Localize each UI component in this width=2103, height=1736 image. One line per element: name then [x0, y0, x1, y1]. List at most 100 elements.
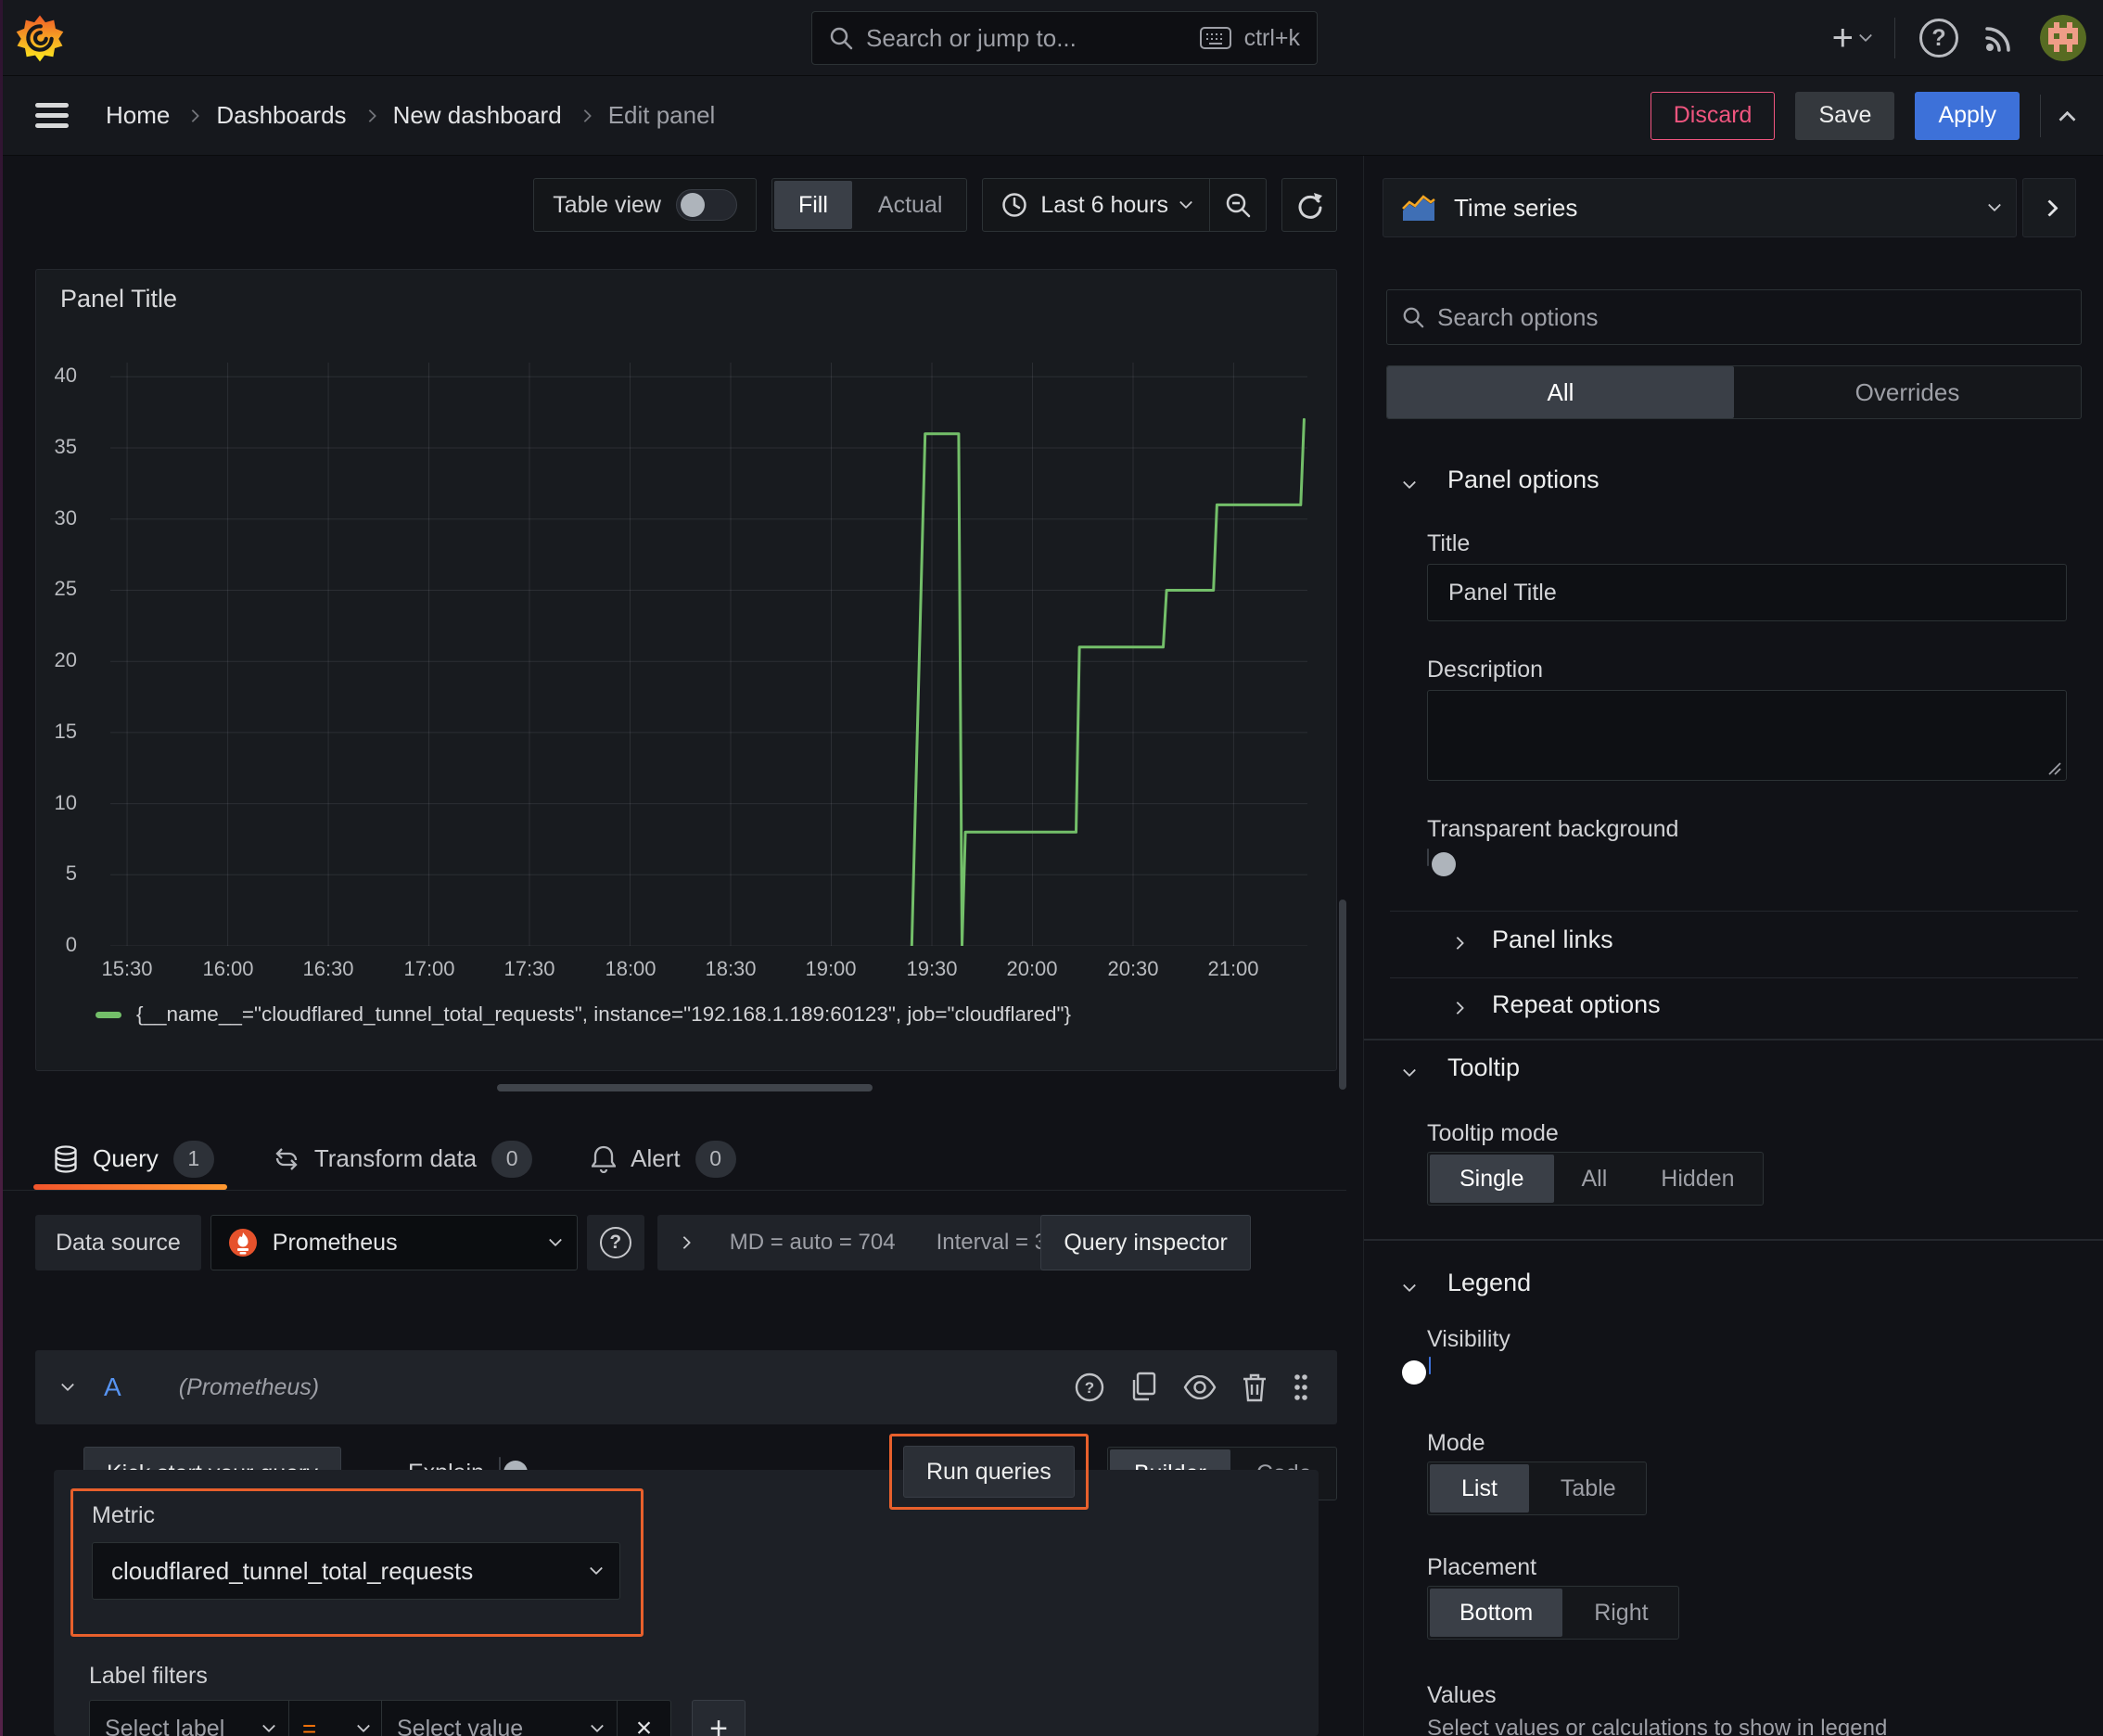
breadcrumb-dashboards[interactable]: Dashboards — [216, 101, 346, 130]
save-button[interactable]: Save — [1795, 91, 1895, 140]
delete-query-trash-icon[interactable] — [1241, 1372, 1268, 1403]
search-input[interactable] — [866, 23, 1187, 53]
legend-heading[interactable]: Legend — [1447, 1269, 1531, 1297]
operator-dropdown[interactable]: = — [289, 1700, 382, 1736]
panel-links-expand-icon[interactable] — [1450, 936, 1465, 951]
options-sidebar: Time series All Overrides — [1363, 156, 2103, 1736]
description-textarea[interactable] — [1427, 690, 2067, 781]
add-filter-button[interactable]: + — [692, 1700, 746, 1736]
panel-resize-handle[interactable] — [497, 1084, 873, 1091]
table-view-control: Table view — [533, 178, 757, 232]
global-search[interactable]: ctrl+k — [811, 11, 1318, 65]
vertical-scrollbar-thumb[interactable] — [1339, 900, 1346, 1090]
tab-transform[interactable]: Transform data 0 — [274, 1128, 533, 1190]
help-icon[interactable]: ? — [1919, 19, 1958, 57]
y-axis-tick-label: 30 — [54, 506, 77, 530]
metric-highlight-box: Metric cloudflared_tunnel_total_requests — [70, 1488, 644, 1637]
x-axis-tick-label: 17:00 — [403, 957, 455, 980]
placement-bottom-option[interactable]: Bottom — [1430, 1589, 1563, 1637]
run-queries-button[interactable]: Run queries — [903, 1446, 1075, 1498]
y-axis-tick-label: 35 — [54, 435, 77, 458]
search-icon — [1402, 306, 1424, 328]
discard-button[interactable]: Discard — [1650, 91, 1776, 140]
collapse-sidebar-button[interactable] — [2022, 178, 2076, 237]
editor-tabs: Query 1 Transform data 0 Alert 0 — [0, 1128, 1346, 1191]
legend-list-option[interactable]: List — [1430, 1464, 1529, 1513]
viz-picker[interactable]: Time series — [1383, 178, 2017, 237]
panel-options-collapse-icon[interactable] — [1402, 476, 1417, 490]
panel-links-heading[interactable]: Panel links — [1492, 925, 1613, 954]
tooltip-hidden-option[interactable]: Hidden — [1633, 1153, 1762, 1205]
expand-options-chevron[interactable] — [677, 1235, 691, 1250]
placement-right-option[interactable]: Right — [1564, 1587, 1677, 1639]
query-row-header[interactable]: A (Prometheus) ? — [35, 1350, 1337, 1424]
drag-handle-icon[interactable] — [1293, 1372, 1309, 1403]
repeat-options-expand-icon[interactable] — [1450, 1001, 1465, 1015]
apply-button[interactable]: Apply — [1915, 91, 2020, 140]
panel-options-heading[interactable]: Panel options — [1447, 466, 1600, 494]
chevron-right-icon — [186, 108, 200, 122]
panel-toolbar: Table view Fill Actual Last 6 hours — [533, 178, 1337, 232]
actual-option[interactable]: Actual — [854, 179, 966, 231]
legend-collapse-icon[interactable] — [1402, 1279, 1417, 1293]
tab-transform-label: Transform data — [313, 1144, 478, 1172]
search-options-box[interactable] — [1386, 289, 2082, 345]
chart-legend[interactable]: {__name__="cloudflared_tunnel_total_requ… — [96, 1002, 1071, 1027]
search-options-input[interactable] — [1437, 302, 2066, 332]
table-view-toggle[interactable] — [675, 189, 737, 221]
tooltip-single-option[interactable]: Single — [1430, 1155, 1554, 1203]
y-axis-tick-label: 0 — [65, 933, 77, 956]
chevron-right-icon — [2040, 198, 2058, 217]
collapse-query-chevron[interactable] — [60, 1378, 75, 1392]
search-icon — [829, 26, 853, 50]
legend-series-name[interactable]: {__name__="cloudflared_tunnel_total_requ… — [136, 1002, 1071, 1027]
tab-all[interactable]: All — [1387, 366, 1734, 418]
query-inspector-button[interactable]: Query inspector — [1040, 1215, 1251, 1270]
tab-query[interactable]: Query 1 — [33, 1128, 227, 1190]
tab-overrides[interactable]: Overrides — [1734, 366, 2081, 418]
select-value-dropdown[interactable]: Select value — [382, 1700, 618, 1736]
add-new-button[interactable]: + — [1832, 19, 1873, 57]
grafana-logo[interactable] — [15, 13, 65, 63]
y-axis-tick-label: 10 — [54, 791, 77, 814]
panel-title[interactable]: Panel Title — [60, 285, 177, 313]
breadcrumb-new-dashboard[interactable]: New dashboard — [393, 101, 562, 130]
datasource-help-button[interactable]: ? — [586, 1215, 644, 1270]
tooltip-collapse-icon[interactable] — [1402, 1064, 1417, 1078]
resize-corner-icon — [2048, 762, 2061, 775]
legend-series-swatch — [96, 1011, 121, 1018]
user-avatar[interactable] — [2040, 15, 2086, 61]
chart-plot-area[interactable] — [110, 363, 1307, 946]
legend-table-option[interactable]: Table — [1531, 1462, 1646, 1514]
tooltip-heading[interactable]: Tooltip — [1447, 1053, 1520, 1082]
select-label-dropdown[interactable]: Select label — [89, 1700, 289, 1736]
time-range-label: Last 6 hours — [1040, 191, 1168, 218]
refresh-button[interactable] — [1281, 178, 1337, 232]
metric-select[interactable]: cloudflared_tunnel_total_requests — [92, 1542, 620, 1600]
breadcrumb-home[interactable]: Home — [106, 101, 170, 130]
time-range-picker[interactable]: Last 6 hours — [983, 179, 1209, 231]
repeat-options-heading[interactable]: Repeat options — [1492, 990, 1661, 1019]
clock-icon — [1001, 192, 1027, 218]
visibility-toggle[interactable] — [1402, 1357, 1431, 1385]
remove-filter-button[interactable]: × — [618, 1700, 671, 1736]
x-axis-tick-label: 20:30 — [1107, 957, 1159, 980]
news-rss-icon[interactable] — [1982, 21, 2016, 55]
zoom-out-icon[interactable] — [1210, 179, 1266, 231]
duplicate-query-icon[interactable] — [1129, 1372, 1159, 1403]
query-help-icon[interactable]: ? — [1074, 1372, 1105, 1403]
tooltip-all-option[interactable]: All — [1556, 1153, 1634, 1205]
x-axis-labels: 15:30 16:00 16:30 17:00 17:30 18:00 18:30 19:00… — [101, 957, 1307, 985]
x-axis-tick-label: 17:30 — [503, 957, 555, 980]
fill-option[interactable]: Fill — [773, 181, 852, 229]
transparent-background-toggle[interactable] — [1427, 849, 1456, 876]
chevron-right-icon — [578, 108, 592, 122]
tab-alert[interactable]: Alert 0 — [592, 1128, 736, 1190]
hide-query-eye-icon[interactable] — [1183, 1375, 1217, 1399]
datasource-picker[interactable]: Prometheus — [210, 1215, 578, 1270]
menu-hamburger-icon[interactable] — [35, 102, 69, 129]
breadcrumb: Home Dashboards New dashboard Edit panel — [106, 101, 715, 130]
time-series-chart — [110, 363, 1307, 946]
panel-title-input[interactable] — [1427, 564, 2067, 621]
collapse-chevron-up-icon[interactable] — [2058, 110, 2076, 128]
